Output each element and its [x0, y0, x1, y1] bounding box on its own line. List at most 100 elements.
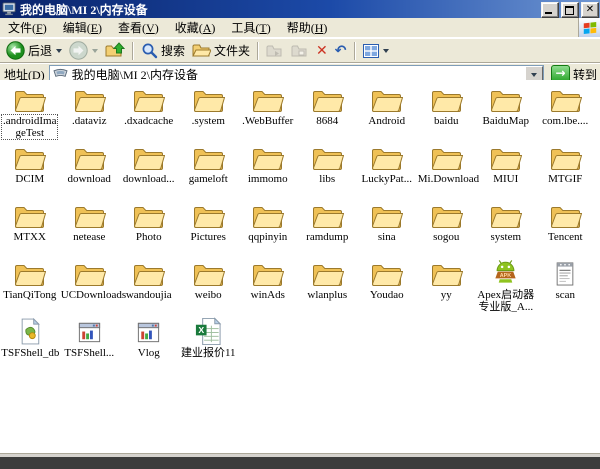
copy-to-button[interactable]: [288, 43, 312, 59]
file-item[interactable]: gameloft: [179, 141, 239, 199]
maximize-button[interactable]: [561, 2, 579, 18]
file-item-label: immomo: [247, 173, 289, 185]
folder-icon: [311, 83, 344, 114]
file-item[interactable]: ramdump: [298, 199, 358, 257]
file-item[interactable]: TianQiTong: [0, 257, 60, 315]
file-item[interactable]: yy: [417, 257, 477, 315]
file-item[interactable]: UCDownloads: [60, 257, 120, 315]
file-item[interactable]: .dxadcache: [119, 83, 179, 141]
file-item-label: sogou: [432, 231, 460, 243]
file-item[interactable]: sina: [357, 199, 417, 257]
file-item[interactable]: MIUI: [476, 141, 536, 199]
file-item[interactable]: BaiduMap: [476, 83, 536, 141]
folder-icon: [311, 141, 344, 172]
folder-icon: [192, 257, 225, 288]
folder-icon: [489, 83, 522, 114]
file-item-label: com.lbe....: [541, 115, 589, 127]
folder-icon: [73, 199, 106, 230]
file-item[interactable]: Youdao: [357, 257, 417, 315]
close-button[interactable]: ✕: [581, 2, 599, 18]
folder-icon: [13, 83, 46, 114]
file-item[interactable]: APKApex启动器 专业版_A...: [476, 257, 536, 315]
file-item[interactable]: download...: [119, 141, 179, 199]
file-item[interactable]: TSFShell...: [60, 315, 120, 373]
file-grid: .androidIma geTest.dataviz.dxadcache.sys…: [0, 80, 600, 373]
menu-items: 文件(F)编辑(E)查看(V)收藏(A)工具(T)帮助(H): [0, 17, 335, 38]
menu-E[interactable]: 编辑(E): [55, 17, 110, 38]
search-button[interactable]: 搜索: [138, 41, 188, 60]
up-button[interactable]: [102, 41, 128, 60]
minimize-icon: [545, 12, 552, 14]
file-item[interactable]: winAds: [238, 257, 298, 315]
views-button[interactable]: [360, 43, 392, 59]
file-item[interactable]: scan: [536, 257, 596, 315]
menu-H[interactable]: 帮助(H): [279, 17, 336, 38]
folder-icon: [132, 199, 165, 230]
file-item-label: .WebBuffer: [241, 115, 294, 127]
search-label: 搜索: [161, 42, 185, 59]
file-item[interactable]: X建业报价11: [179, 315, 239, 373]
file-item-label: LuckyPat...: [361, 173, 413, 185]
file-item[interactable]: com.lbe....: [536, 83, 596, 141]
menu-T[interactable]: 工具(T): [223, 17, 278, 38]
file-item[interactable]: qqpinyin: [238, 199, 298, 257]
toolbar-separator: [257, 42, 259, 60]
folder-icon: [489, 199, 522, 230]
folder-icon: [73, 257, 106, 288]
toolbar-separator: [354, 42, 356, 60]
folder-icon: [370, 141, 403, 172]
menu-V[interactable]: 查看(V): [110, 17, 167, 38]
file-item[interactable]: wlanplus: [298, 257, 358, 315]
file-item[interactable]: .androidIma geTest: [0, 83, 60, 141]
folder-icon: [549, 141, 582, 172]
back-dropdown-icon[interactable]: [56, 49, 62, 53]
file-item[interactable]: .WebBuffer: [238, 83, 298, 141]
menu-A[interactable]: 收藏(A): [167, 17, 224, 38]
views-dropdown-icon[interactable]: [383, 49, 389, 53]
folder-icon: [192, 141, 225, 172]
folders-label: 文件夹: [214, 42, 250, 59]
forward-dropdown-icon[interactable]: [92, 49, 98, 53]
file-item[interactable]: download: [60, 141, 120, 199]
menu-F[interactable]: 文件(F): [0, 17, 55, 38]
file-item[interactable]: wandoujia: [119, 257, 179, 315]
file-item[interactable]: weibo: [179, 257, 239, 315]
file-item-label: ramdump: [305, 231, 349, 243]
file-item[interactable]: Tencent: [536, 199, 596, 257]
file-item[interactable]: Android: [357, 83, 417, 141]
file-item-label: Youdao: [369, 289, 405, 301]
file-item[interactable]: libs: [298, 141, 358, 199]
file-item-label: baidu: [433, 115, 459, 127]
file-item[interactable]: .dataviz: [60, 83, 120, 141]
file-item-label: weibo: [194, 289, 223, 301]
file-item[interactable]: .system: [179, 83, 239, 141]
file-item[interactable]: DCIM: [0, 141, 60, 199]
chevron-down-icon: [531, 73, 537, 77]
delete-button[interactable]: ✕: [313, 43, 331, 59]
file-item[interactable]: Photo: [119, 199, 179, 257]
file-item[interactable]: MTXX: [0, 199, 60, 257]
file-item[interactable]: LuckyPat...: [357, 141, 417, 199]
file-item[interactable]: Mi.Download: [417, 141, 477, 199]
file-item[interactable]: 8684: [298, 83, 358, 141]
file-item[interactable]: Pictures: [179, 199, 239, 257]
file-item[interactable]: netease: [60, 199, 120, 257]
folders-button[interactable]: 文件夹: [189, 41, 253, 60]
file-item[interactable]: sogou: [417, 199, 477, 257]
forward-button[interactable]: [66, 40, 101, 61]
file-item-label: gameloft: [188, 173, 229, 185]
file-item[interactable]: system: [476, 199, 536, 257]
file-item[interactable]: TSFShell_db: [0, 315, 60, 373]
minimize-button[interactable]: [541, 2, 559, 18]
file-item[interactable]: Vlog: [119, 315, 179, 373]
file-item-label: Pictures: [190, 231, 227, 243]
folder-icon: [13, 257, 46, 288]
back-label: 后退: [28, 42, 52, 59]
file-item-label: Photo: [135, 231, 163, 243]
file-item[interactable]: immomo: [238, 141, 298, 199]
file-item[interactable]: MTGIF: [536, 141, 596, 199]
file-item[interactable]: baidu: [417, 83, 477, 141]
move-to-button[interactable]: [263, 43, 287, 59]
back-button[interactable]: 后退: [3, 40, 65, 61]
undo-button[interactable]: ↶: [332, 43, 350, 59]
